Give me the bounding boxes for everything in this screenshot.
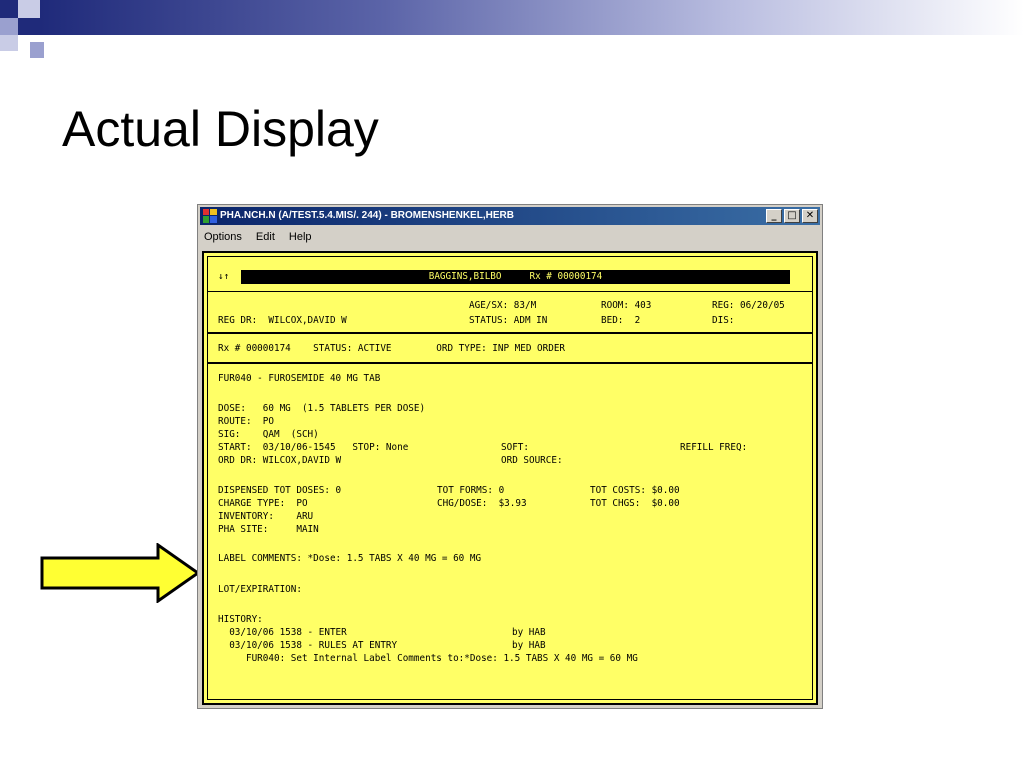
dispensed-doses: DISPENSED TOT DOSES: 0 [218, 485, 342, 496]
lot-expiration: LOT/EXPIRATION: [218, 584, 302, 595]
window-title: PHA.NCH.N (A/TEST.5.4.MIS/. 244) - BROME… [220, 210, 514, 221]
refill-freq: REFILL FREQ: [680, 442, 748, 453]
decor-square [18, 18, 40, 35]
status: STATUS: ADM IN [469, 315, 548, 326]
room: ROOM: 403 [601, 300, 652, 311]
divider [207, 362, 813, 364]
menu-bar: Options Edit Help [202, 228, 314, 246]
drug-name: FUR040 - FUROSEMIDE 40 MG TAB [218, 373, 381, 384]
tot-chgs: TOT CHGS: $0.00 [590, 498, 680, 509]
menu-options[interactable]: Options [202, 228, 244, 246]
decor-square [0, 0, 18, 18]
ord-dr: ORD DR: WILCOX,DAVID W [218, 455, 342, 466]
close-button[interactable]: ✕ [802, 209, 818, 223]
app-icon [203, 209, 217, 223]
label-comments: LABEL COMMENTS: *Dose: 1.5 TABS X 40 MG … [218, 553, 482, 564]
bed: BED: 2 [601, 315, 641, 326]
slide-header-bar [40, 0, 1024, 35]
history-detail: FUR040: Set Internal Label Comments to:*… [218, 653, 638, 664]
history-entry: 03/10/06 1538 - ENTER [218, 627, 347, 638]
chg-dose: CHG/DOSE: $3.93 [437, 498, 527, 509]
maximize-button[interactable]: □ [784, 209, 800, 223]
decor-square [0, 18, 18, 35]
age-sex: AGE/SX: 83/M [469, 300, 537, 311]
patient-header: BAGGINS,BILBO Rx # 00000174 [241, 270, 790, 284]
app-window: PHA.NCH.N (A/TEST.5.4.MIS/. 244) - BROME… [197, 204, 823, 709]
charge-type: CHARGE TYPE: PO [218, 498, 308, 509]
start-stop: START: 03/10/06-1545 STOP: None [218, 442, 409, 453]
ord-source: ORD SOURCE: [501, 455, 563, 466]
history-entry: 03/10/06 1538 - RULES AT ENTRY [218, 640, 398, 651]
tot-forms: TOT FORMS: 0 [437, 485, 505, 496]
menu-help[interactable]: Help [287, 228, 314, 246]
soft: SOFT: [501, 442, 529, 453]
dis: DIS: [712, 315, 735, 326]
decor-square [18, 0, 40, 18]
route: ROUTE: PO [218, 416, 274, 427]
divider [207, 332, 813, 334]
window-titlebar[interactable]: PHA.NCH.N (A/TEST.5.4.MIS/. 244) - BROME… [200, 207, 820, 225]
window-controls: _ □ ✕ [766, 209, 818, 223]
terminal-screen[interactable]: ↓↑ BAGGINS,BILBO Rx # 00000174 AGE/SX: 8… [202, 251, 818, 705]
tot-costs: TOT COSTS: $0.00 [590, 485, 680, 496]
pha-site: PHA SITE: MAIN [218, 524, 319, 535]
history-label: HISTORY: [218, 614, 263, 625]
sort-icon: ↓↑ [218, 271, 230, 282]
menu-edit[interactable]: Edit [254, 228, 277, 246]
minimize-button[interactable]: _ [766, 209, 782, 223]
slide-title: Actual Display [62, 101, 379, 157]
reg-date: REG: 06/20/05 [712, 300, 785, 311]
inventory: INVENTORY: ARU [218, 511, 314, 522]
dose: DOSE: 60 MG (1.5 TABLETS PER DOSE) [218, 403, 426, 414]
arrow-right-icon [40, 543, 200, 603]
reg-dr: REG DR: WILCOX,DAVID W [218, 315, 347, 326]
sig: SIG: QAM (SCH) [218, 429, 319, 440]
rx-line: Rx # 00000174 STATUS: ACTIVE ORD TYPE: I… [218, 343, 566, 354]
history-by: by HAB [512, 640, 546, 651]
divider [207, 291, 813, 292]
decor-square [30, 42, 44, 58]
decor-square [0, 35, 18, 51]
history-by: by HAB [512, 627, 546, 638]
